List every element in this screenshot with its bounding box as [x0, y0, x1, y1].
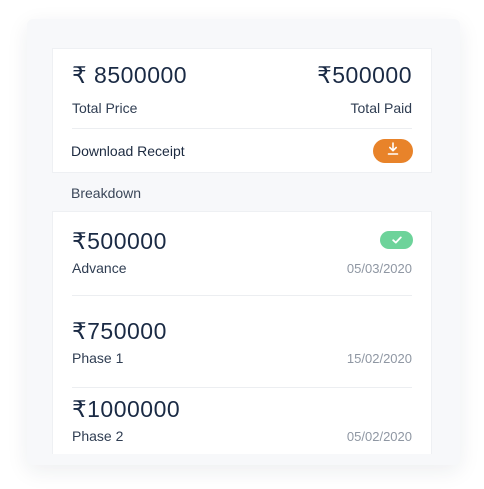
total-price-label: Total Price	[72, 100, 138, 116]
payment-summary-card: ₹ 8500000 ₹500000 Total Price Total Paid…	[52, 48, 432, 173]
total-price-value: ₹ 8500000	[72, 62, 188, 88]
download-icon	[386, 141, 400, 161]
total-paid-value: ₹500000	[317, 62, 412, 88]
breakdown-item-amount: ₹750000	[72, 318, 167, 344]
download-receipt-button[interactable]	[373, 139, 413, 163]
breakdown-item-label: Phase 1	[72, 350, 124, 366]
divider	[72, 295, 412, 296]
download-receipt-label[interactable]: Download Receipt	[71, 143, 185, 159]
breakdown-card: ₹500000 Advance 05/03/2020 ₹750000 Phase…	[52, 211, 432, 454]
divider	[72, 387, 412, 388]
total-paid-label: Total Paid	[350, 100, 412, 116]
breakdown-item-date: 05/03/2020	[346, 261, 412, 276]
breakdown-item-amount: ₹1000000	[72, 396, 181, 422]
divider	[72, 128, 412, 129]
breakdown-item-label: Advance	[72, 260, 127, 276]
breakdown-item-date: 05/02/2020	[346, 429, 412, 444]
breakdown-heading: Breakdown	[71, 185, 142, 201]
breakdown-item-label: Phase 2	[72, 428, 124, 444]
breakdown-item-date: 15/02/2020	[346, 351, 412, 366]
paid-status-badge	[380, 231, 413, 249]
check-icon	[391, 231, 402, 249]
breakdown-item-amount: ₹500000	[72, 228, 167, 254]
